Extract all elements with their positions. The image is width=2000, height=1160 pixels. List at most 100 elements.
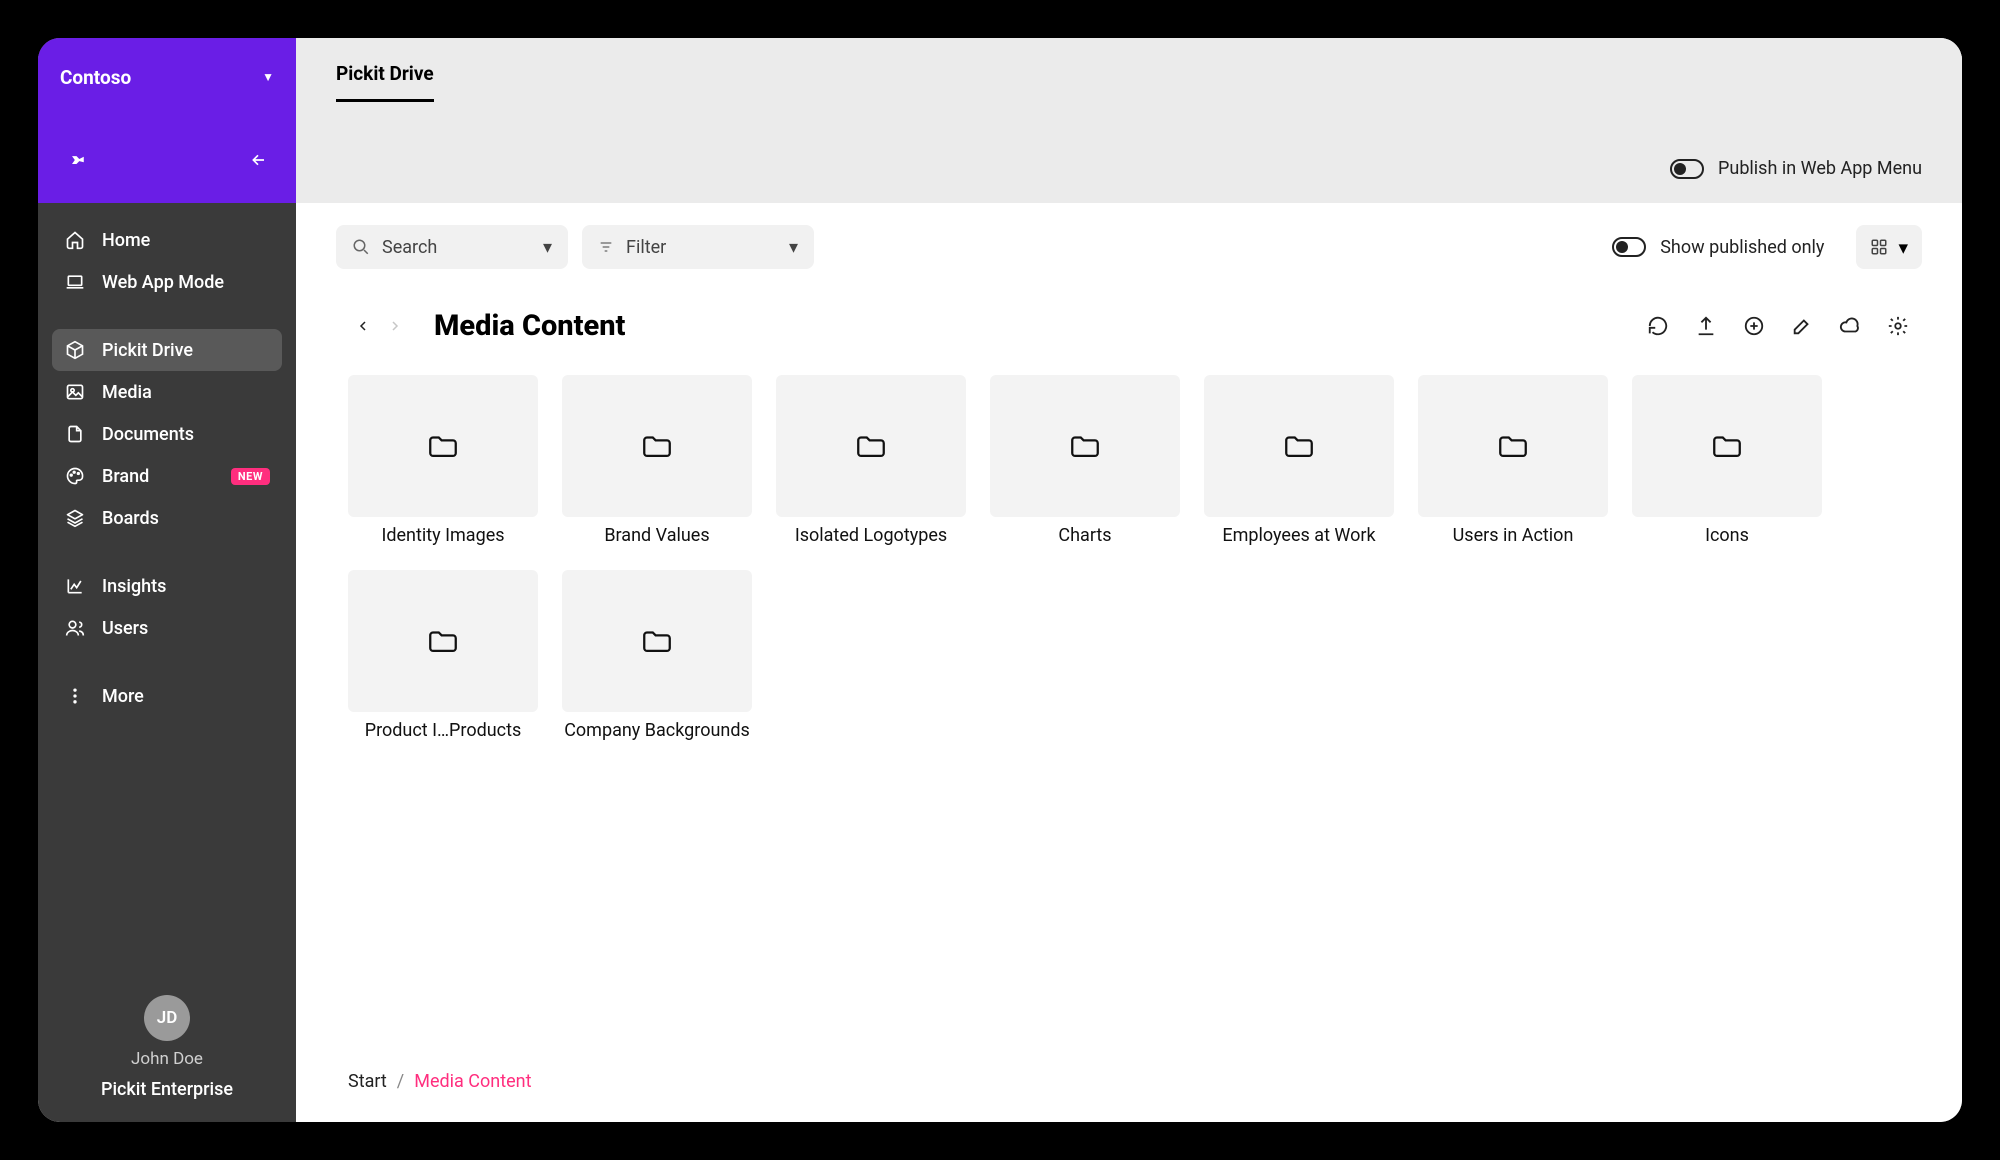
breadcrumb-sep: / (397, 1071, 404, 1092)
gear-icon[interactable] (1886, 314, 1910, 338)
sidebar-item-label: Users (102, 618, 270, 639)
folder-tile (1632, 375, 1822, 517)
sidebar-item-label: Home (102, 230, 270, 251)
upload-icon[interactable] (1694, 314, 1718, 338)
edit-icon[interactable] (1790, 314, 1814, 338)
caret-down-icon: ▾ (543, 237, 552, 258)
folder-card[interactable]: Icons (1632, 375, 1822, 546)
page-title: Media Content (434, 309, 625, 343)
folder-tile (562, 570, 752, 712)
folder-icon (637, 429, 677, 463)
avatar[interactable]: JD (144, 995, 190, 1041)
breadcrumb-current[interactable]: Media Content (414, 1071, 531, 1092)
dots-icon (64, 685, 86, 707)
cube-icon (64, 339, 86, 361)
folder-label: Identity Images (348, 525, 538, 546)
sidebar-item-label: Pickit Drive (102, 340, 270, 361)
breadcrumb-start[interactable]: Start (348, 1071, 387, 1092)
search-icon (352, 238, 370, 256)
sidebar-item-label: More (102, 686, 270, 707)
folder-label: Isolated Logotypes (776, 525, 966, 546)
sidebar-item-web-app-mode[interactable]: Web App Mode (52, 261, 282, 303)
folder-tile (1204, 375, 1394, 517)
view-switcher[interactable]: ▾ (1856, 225, 1922, 269)
folder-icon (1493, 429, 1533, 463)
folder-tile (990, 375, 1180, 517)
folder-label: Company Backgrounds (562, 720, 752, 741)
folder-label: Charts (990, 525, 1180, 546)
breadcrumb: Start / Media Content (296, 1071, 1962, 1092)
sidebar-item-documents[interactable]: Documents (52, 413, 282, 455)
folder-card[interactable]: Employees at Work (1204, 375, 1394, 546)
plan-name: Pickit Enterprise (38, 1079, 296, 1100)
forward-button[interactable] (380, 311, 410, 341)
content: Media Content Identity Images Brand Value… (296, 291, 1962, 1122)
sidebar-footer: JD John Doe Pickit Enterprise (38, 995, 296, 1122)
chart-icon (64, 575, 86, 597)
sidebar-item-brand[interactable]: BrandNEW (52, 455, 282, 497)
sidebar-item-users[interactable]: Users (52, 607, 282, 649)
layers-icon (64, 507, 86, 529)
caret-down-icon: ▾ (789, 237, 798, 258)
sidebar-item-label: Insights (102, 576, 270, 597)
sidebar-item-home[interactable]: Home (52, 219, 282, 261)
sidebar-nav: Home Web App Mode Pickit Drive Media Docume… (38, 203, 296, 743)
sidebar-item-more[interactable]: More (52, 675, 282, 717)
cloud-icon[interactable] (1838, 314, 1862, 338)
filter-label: Filter (626, 237, 666, 258)
folder-tile (1418, 375, 1608, 517)
folder-tile (776, 375, 966, 517)
laptop-icon (64, 271, 86, 293)
sidebar-item-label: Brand (102, 466, 215, 487)
sidebar-item-boards[interactable]: Boards (52, 497, 282, 539)
image-icon (64, 381, 86, 403)
folder-tile (348, 570, 538, 712)
org-selector[interactable]: Contoso ▼ (38, 38, 296, 116)
folder-grid: Identity Images Brand Values Isolated Logo… (296, 363, 1962, 741)
add-icon[interactable] (1742, 314, 1766, 338)
sidebar-item-media[interactable]: Media (52, 371, 282, 413)
sidebar-item-label: Boards (102, 508, 270, 529)
content-header: Media Content (296, 291, 1962, 363)
search-input[interactable]: Search ▾ (336, 225, 568, 269)
caret-down-icon: ▼ (262, 70, 274, 84)
action-icons (1646, 314, 1910, 338)
file-icon (64, 423, 86, 445)
published-toggle[interactable] (1612, 237, 1646, 257)
folder-card[interactable]: Product I…Products (348, 570, 538, 741)
folder-card[interactable]: Brand Values (562, 375, 752, 546)
users-icon (64, 617, 86, 639)
tab-pickit-drive[interactable]: Pickit Drive (336, 52, 434, 102)
main: Pickit Drive Publish in Web App Menu Sea… (296, 38, 1962, 1122)
palette-icon (64, 465, 86, 487)
sidebar-item-pickit-drive[interactable]: Pickit Drive (52, 329, 282, 371)
sidebar-item-label: Documents (102, 424, 270, 445)
sidebar-item-insights[interactable]: Insights (52, 565, 282, 607)
refresh-icon[interactable] (1646, 314, 1670, 338)
search-placeholder: Search (382, 237, 437, 258)
folder-icon (423, 429, 463, 463)
folder-card[interactable]: Isolated Logotypes (776, 375, 966, 546)
back-button[interactable] (348, 311, 378, 341)
folder-card[interactable]: Company Backgrounds (562, 570, 752, 741)
folder-card[interactable]: Users in Action (1418, 375, 1608, 546)
folder-tile (348, 375, 538, 517)
home-icon (64, 229, 86, 251)
folder-label: Brand Values (562, 525, 752, 546)
folder-label: Users in Action (1418, 525, 1608, 546)
header: Pickit Drive Publish in Web App Menu (296, 38, 1962, 203)
folder-icon (1279, 429, 1319, 463)
folder-card[interactable]: Identity Images (348, 375, 538, 546)
publish-toggle[interactable] (1670, 159, 1704, 179)
folder-icon (851, 429, 891, 463)
grid-icon (1870, 238, 1888, 256)
folder-card[interactable]: Charts (990, 375, 1180, 546)
collapse-icon[interactable] (242, 144, 274, 176)
filter-button[interactable]: Filter ▾ (582, 225, 814, 269)
folder-icon (1065, 429, 1105, 463)
pin-icon[interactable] (60, 144, 92, 176)
sidebar-item-label: Media (102, 382, 270, 403)
publish-label: Publish in Web App Menu (1718, 158, 1922, 179)
sidebar-header: Contoso ▼ (38, 38, 296, 203)
folder-label: Icons (1632, 525, 1822, 546)
